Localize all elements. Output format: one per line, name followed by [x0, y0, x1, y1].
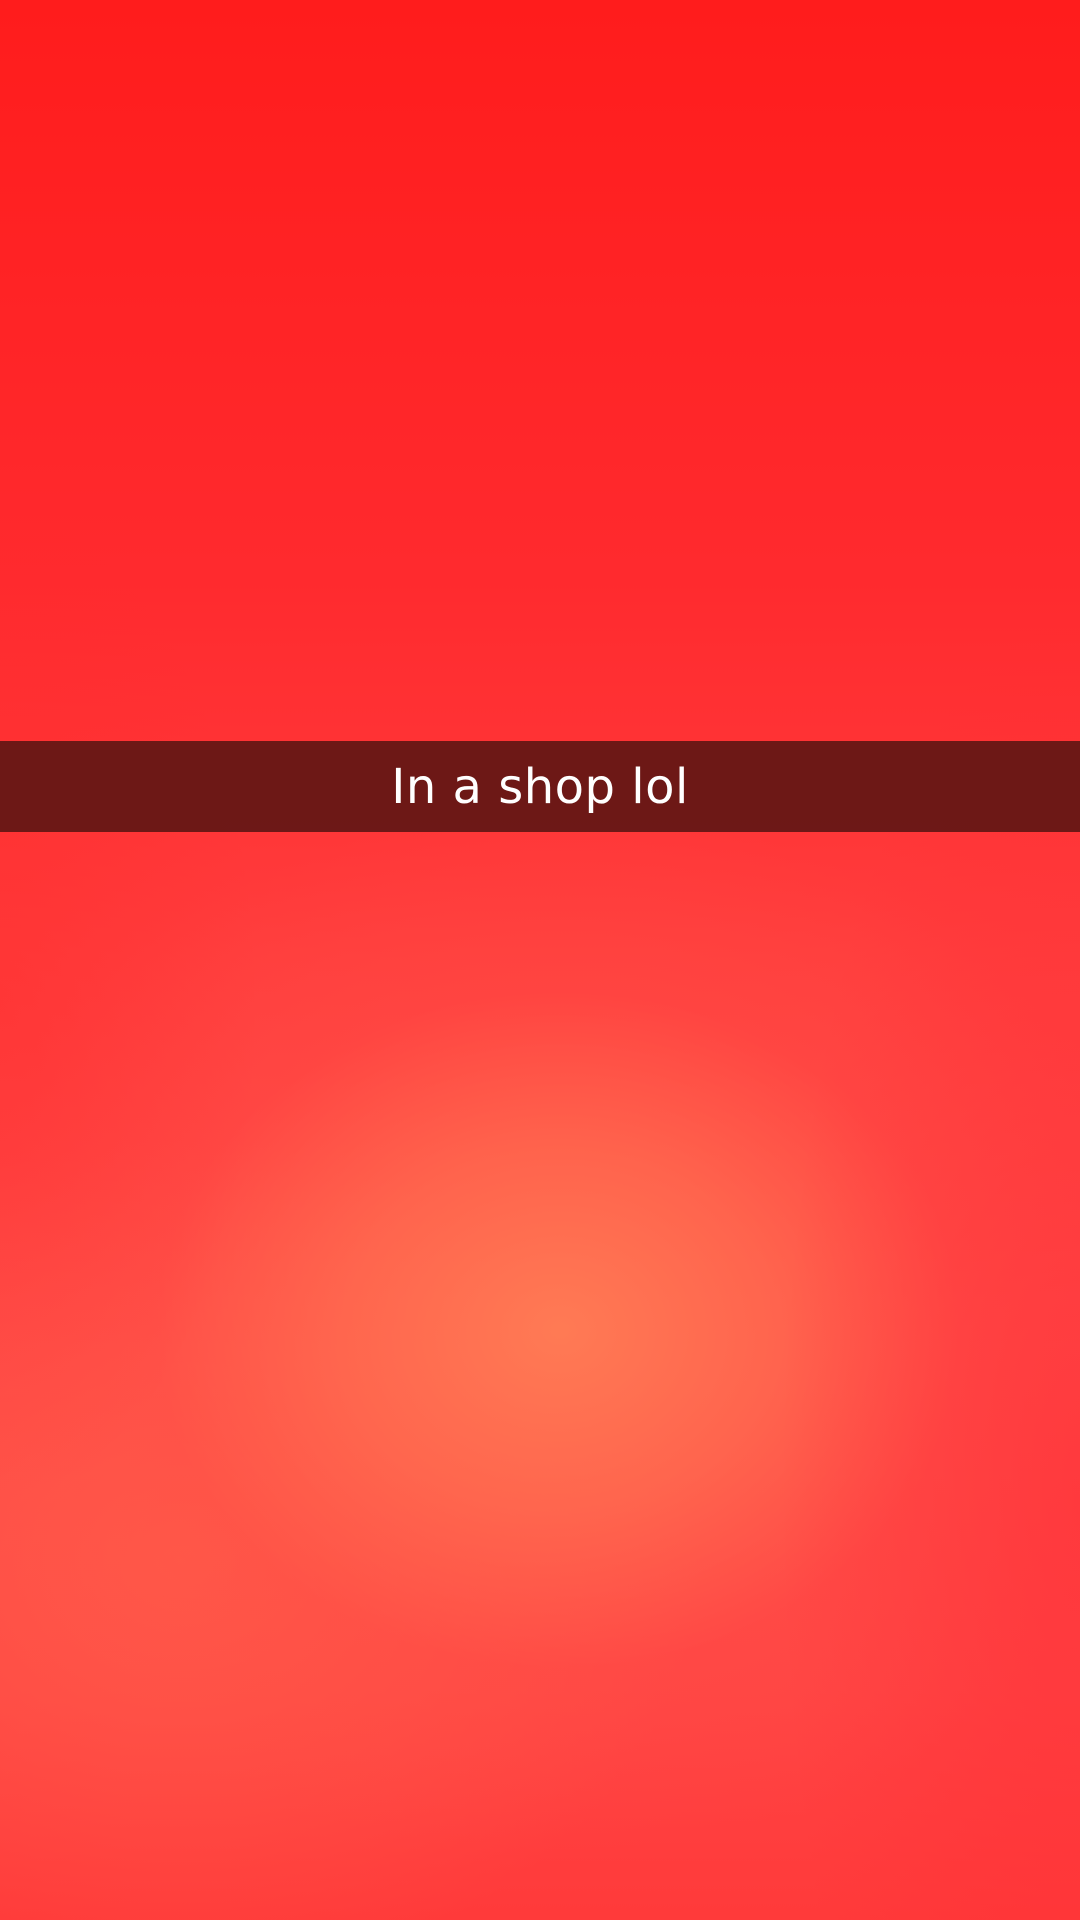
caption-text: In a shop lol	[391, 758, 689, 815]
snap-photo	[0, 0, 1080, 1920]
caption-bar[interactable]: In a shop lol	[0, 741, 1080, 832]
